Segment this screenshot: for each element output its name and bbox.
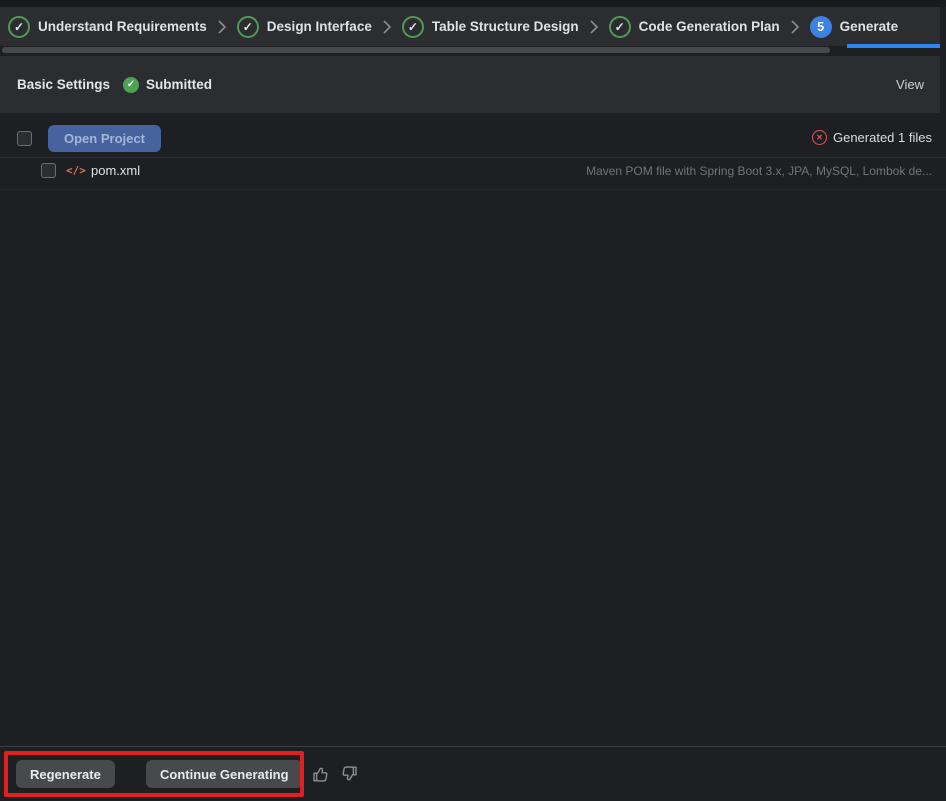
step-done-check-icon: ✓: [8, 16, 30, 38]
code-file-icon: </>: [66, 164, 86, 177]
thumbs-down-icon[interactable]: [339, 764, 359, 784]
error-circle-icon: ✕: [812, 130, 827, 145]
step-design-interface[interactable]: ✓ Design Interface: [237, 16, 372, 38]
step-label: Design Interface: [267, 19, 372, 34]
stepper: ✓ Understand Requirements ✓ Design Inter…: [0, 7, 940, 46]
step-label: Table Structure Design: [432, 19, 579, 34]
select-all-checkbox[interactable]: [17, 131, 32, 146]
chevron-right-icon: [217, 19, 227, 35]
chevron-right-icon: [589, 19, 599, 35]
code-generation-panel: ✓ Understand Requirements ✓ Design Inter…: [0, 0, 946, 801]
step-understand-requirements[interactable]: ✓ Understand Requirements: [8, 16, 207, 38]
row-divider: [0, 189, 946, 190]
step-number-badge: 5: [810, 16, 832, 38]
view-button[interactable]: View: [896, 77, 924, 92]
file-name[interactable]: pom.xml: [91, 163, 140, 178]
row-divider: [0, 157, 946, 158]
horizontal-scrollbar-thumb[interactable]: [2, 47, 830, 53]
step-done-check-icon: ✓: [402, 16, 424, 38]
submitted-status-label: Submitted: [146, 77, 212, 92]
thumbs-up-icon[interactable]: [311, 764, 331, 784]
top-strip: [0, 0, 946, 7]
open-project-button[interactable]: Open Project: [48, 125, 161, 152]
regenerate-button[interactable]: Regenerate: [16, 760, 115, 788]
step-done-check-icon: ✓: [237, 16, 259, 38]
step-label: Generate: [840, 19, 899, 34]
step-label: Understand Requirements: [38, 19, 207, 34]
step-generate-active[interactable]: 5 Generate: [810, 16, 899, 38]
step-table-structure-design[interactable]: ✓ Table Structure Design: [402, 16, 579, 38]
step-done-check-icon: ✓: [609, 16, 631, 38]
file-description: Maven POM file with Spring Boot 3.x, JPA…: [586, 164, 932, 178]
file-checkbox[interactable]: [41, 163, 56, 178]
active-step-underline: [847, 44, 940, 48]
generated-status-label: Generated 1 files: [833, 130, 932, 145]
section-title: Basic Settings: [17, 77, 110, 92]
footer-divider: [0, 746, 946, 747]
continue-generating-button[interactable]: Continue Generating: [146, 760, 303, 788]
step-code-generation-plan[interactable]: ✓ Code Generation Plan: [609, 16, 780, 38]
chevron-right-icon: [790, 19, 800, 35]
chevron-right-icon: [382, 19, 392, 35]
step-label: Code Generation Plan: [639, 19, 780, 34]
section-header: Basic Settings ✓ Submitted View: [0, 56, 940, 113]
generated-status: ✕ Generated 1 files: [812, 130, 932, 145]
submitted-check-icon: ✓: [123, 77, 139, 93]
